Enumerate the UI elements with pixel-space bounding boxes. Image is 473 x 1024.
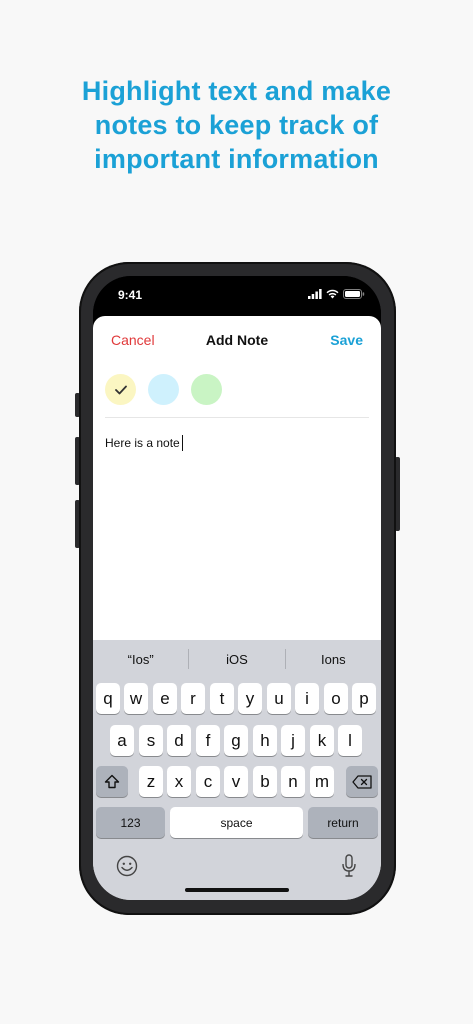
status-bar: 9:41 (93, 276, 381, 318)
key-r[interactable]: r (181, 683, 205, 714)
delete-key[interactable] (346, 766, 378, 797)
key-e[interactable]: e (153, 683, 177, 714)
battery-icon (343, 289, 365, 299)
microphone-icon[interactable] (341, 854, 357, 878)
checkmark-icon (114, 385, 127, 394)
color-swatches (105, 374, 222, 405)
swatch-blue[interactable] (148, 374, 179, 405)
key-d[interactable]: d (167, 725, 191, 756)
suggestion-1[interactable]: “Ios” (93, 652, 188, 667)
wifi-icon (326, 289, 339, 299)
key-t[interactable]: t (210, 683, 234, 714)
key-row-1: q w e r t y u i o p (93, 683, 381, 714)
text-cursor (181, 435, 183, 451)
key-q[interactable]: q (96, 683, 120, 714)
key-z[interactable]: z (139, 766, 163, 797)
keyboard-bottom-bar (93, 852, 381, 882)
sheet-nav-bar: Cancel Add Note Save (93, 316, 381, 364)
swatch-yellow[interactable] (105, 374, 136, 405)
note-text-value: Here is a note (105, 436, 180, 450)
save-button[interactable]: Save (330, 332, 363, 348)
key-l[interactable]: l (338, 725, 362, 756)
shift-key[interactable] (96, 766, 128, 797)
key-u[interactable]: u (267, 683, 291, 714)
backspace-icon (352, 774, 372, 789)
signal-icon (308, 289, 322, 299)
key-b[interactable]: b (253, 766, 277, 797)
divider (105, 417, 369, 418)
key-row-3: z x c v b n m (93, 766, 381, 797)
suggestion-bar: “Ios” iOS Ions (93, 640, 381, 678)
key-i[interactable]: i (295, 683, 319, 714)
suggestion-2[interactable]: iOS (189, 652, 284, 667)
status-icons (308, 289, 365, 299)
key-x[interactable]: x (167, 766, 191, 797)
key-p[interactable]: p (352, 683, 376, 714)
key-h[interactable]: h (253, 725, 277, 756)
keyboard: “Ios” iOS Ions q w e r t y u i o p a s d… (93, 640, 381, 900)
key-v[interactable]: v (224, 766, 248, 797)
key-row-4: 123 space return (93, 807, 381, 838)
return-key[interactable]: return (308, 807, 378, 838)
key-n[interactable]: n (281, 766, 305, 797)
note-text-field[interactable]: Here is a note (105, 435, 183, 451)
emoji-icon[interactable] (116, 855, 138, 877)
phone-screen: 9:41 Cancel Add Note Save Here is a note… (93, 276, 381, 900)
home-indicator (185, 888, 289, 892)
numbers-key[interactable]: 123 (96, 807, 165, 838)
space-key[interactable]: space (170, 807, 303, 838)
key-s[interactable]: s (139, 725, 163, 756)
status-time: 9:41 (118, 288, 143, 302)
key-row-2: a s d f g h j k l (93, 725, 381, 756)
key-a[interactable]: a (110, 725, 134, 756)
add-note-sheet: Cancel Add Note Save Here is a note “Ios… (93, 316, 381, 900)
headline: Highlight text and make notes to keep tr… (0, 74, 473, 176)
key-g[interactable]: g (224, 725, 248, 756)
shift-icon (104, 774, 120, 789)
key-j[interactable]: j (281, 725, 305, 756)
key-m[interactable]: m (310, 766, 334, 797)
headline-line-3: important information (94, 144, 379, 174)
key-w[interactable]: w (124, 683, 148, 714)
key-o[interactable]: o (324, 683, 348, 714)
key-c[interactable]: c (196, 766, 220, 797)
notch (156, 276, 318, 299)
suggestion-3[interactable]: Ions (286, 652, 381, 667)
swatch-green[interactable] (191, 374, 222, 405)
key-f[interactable]: f (196, 725, 220, 756)
headline-line-1: Highlight text and make (81, 76, 392, 106)
headline-line-2: notes to keep track of (94, 110, 379, 140)
key-y[interactable]: y (238, 683, 262, 714)
key-k[interactable]: k (310, 725, 334, 756)
